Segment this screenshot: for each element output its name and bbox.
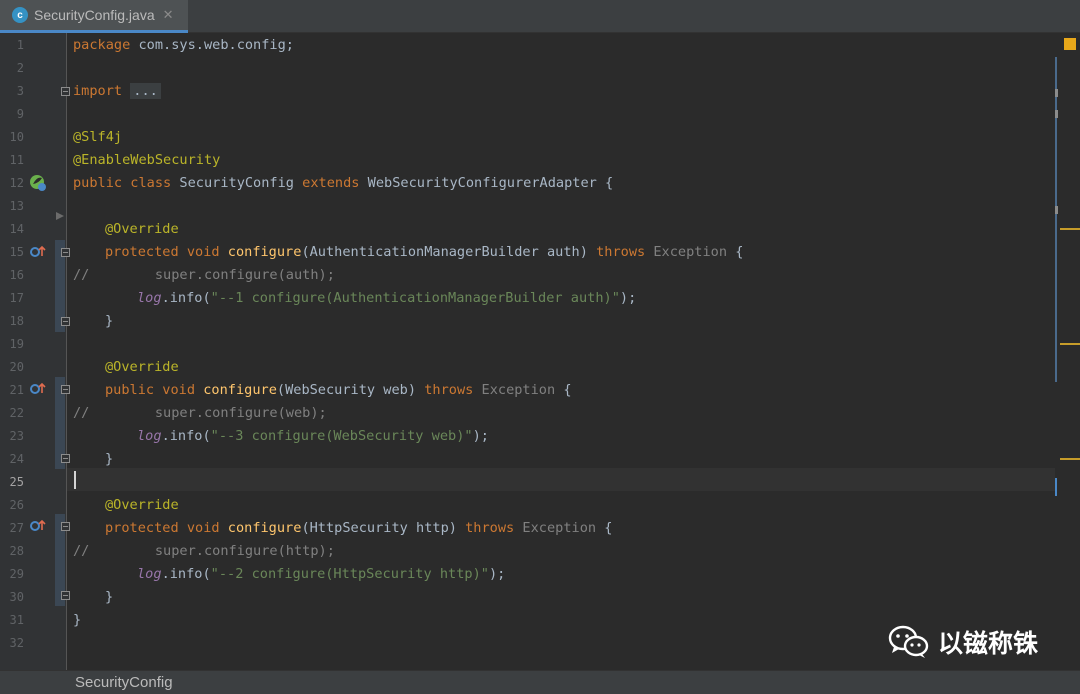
java-class-icon: c bbox=[12, 7, 28, 23]
line-number: 20 bbox=[9, 360, 24, 374]
override-method-icon[interactable] bbox=[29, 381, 47, 404]
override-method-icon[interactable] bbox=[29, 244, 47, 267]
line-number: 11 bbox=[9, 153, 24, 167]
editor-gutter: 1 2 3 9 10 11 12 13 14 15 16 17 18 19 20… bbox=[0, 33, 70, 670]
code-line-10: @Slf4j bbox=[73, 129, 123, 145]
line-number: 19 bbox=[9, 337, 24, 351]
code-line-31: } bbox=[73, 612, 82, 628]
line-number: 2 bbox=[16, 61, 24, 75]
warning-marker[interactable] bbox=[1060, 458, 1080, 460]
warning-marker[interactable] bbox=[1060, 228, 1080, 230]
warning-marker[interactable] bbox=[1060, 343, 1080, 345]
line-number: 24 bbox=[9, 452, 24, 466]
code-line-15: protected void configure(AuthenticationM… bbox=[105, 244, 744, 260]
close-icon[interactable]: ✕ bbox=[163, 7, 174, 23]
play-arrow-icon bbox=[56, 212, 64, 220]
breadcrumb-item[interactable]: SecurityConfig bbox=[75, 674, 173, 691]
code-line-18: } bbox=[105, 313, 114, 329]
scroll-thumb[interactable] bbox=[1055, 57, 1057, 382]
text-caret bbox=[74, 471, 76, 489]
line-number: 27 bbox=[9, 521, 24, 535]
code-line-11: @EnableWebSecurity bbox=[73, 152, 221, 168]
code-line-24: } bbox=[105, 451, 114, 467]
line-number: 26 bbox=[9, 498, 24, 512]
code-line-23: log.info("--3 configure(WebSecurity web)… bbox=[137, 428, 489, 444]
line-number: 30 bbox=[9, 590, 24, 604]
code-line-29: log.info("--2 configure(HttpSecurity htt… bbox=[137, 566, 506, 582]
line-number: 21 bbox=[9, 383, 24, 397]
analysis-status-icon[interactable] bbox=[1064, 38, 1076, 50]
breadcrumb: SecurityConfig bbox=[0, 670, 1080, 694]
caret-marker bbox=[1055, 478, 1057, 496]
tab-security-config[interactable]: c SecurityConfig.java ✕ bbox=[0, 0, 188, 33]
spring-bean-icon[interactable] bbox=[29, 174, 47, 197]
line-number: 32 bbox=[9, 636, 24, 650]
watermark-text: 以镃称铢 bbox=[938, 629, 1039, 658]
code-line-26: @Override bbox=[105, 497, 179, 513]
line-number: 10 bbox=[9, 130, 24, 144]
code-line-12: public class SecurityConfig extends WebS… bbox=[73, 175, 614, 191]
line-number: 31 bbox=[9, 613, 24, 627]
code-line-27: protected void configure(HttpSecurity ht… bbox=[105, 520, 613, 536]
code-line-17: log.info("--1 configure(AuthenticationMa… bbox=[137, 290, 637, 306]
code-editor[interactable]: package com.sys.web.config; import ... @… bbox=[67, 33, 1055, 670]
line-number: 1 bbox=[16, 38, 24, 52]
editor-scrollbar[interactable] bbox=[1055, 33, 1080, 670]
line-number: 18 bbox=[9, 314, 24, 328]
code-line-14: @Override bbox=[105, 221, 179, 237]
code-line-28: // super.configure(http); bbox=[73, 543, 335, 559]
override-method-icon[interactable] bbox=[29, 518, 47, 541]
folded-imports[interactable]: ... bbox=[130, 83, 161, 99]
line-number: 3 bbox=[16, 84, 24, 98]
editor-tab-bar: c SecurityConfig.java ✕ bbox=[0, 0, 1080, 33]
scroll-marker bbox=[1055, 89, 1058, 97]
scroll-marker bbox=[1055, 206, 1058, 214]
code-line-1: package com.sys.web.config; bbox=[73, 37, 294, 53]
watermark: 以镃称铢 bbox=[888, 624, 1038, 660]
line-number: 15 bbox=[9, 245, 24, 259]
code-line-3: import ... bbox=[73, 80, 161, 103]
line-number: 17 bbox=[9, 291, 24, 305]
line-number: 16 bbox=[9, 268, 24, 282]
line-number: 29 bbox=[9, 567, 24, 581]
code-line-22: // super.configure(web); bbox=[73, 405, 327, 421]
line-number: 28 bbox=[9, 544, 24, 558]
line-number: 13 bbox=[9, 199, 24, 213]
line-number: 12 bbox=[9, 176, 24, 190]
line-number: 23 bbox=[9, 429, 24, 443]
current-line-highlight bbox=[67, 468, 1055, 491]
code-line-20: @Override bbox=[105, 359, 179, 375]
tab-label: SecurityConfig.java bbox=[34, 7, 155, 23]
line-number: 14 bbox=[9, 222, 24, 236]
code-line-16: // super.configure(auth); bbox=[73, 267, 335, 283]
code-line-30: } bbox=[105, 589, 114, 605]
line-number: 9 bbox=[16, 107, 24, 121]
scroll-marker bbox=[1055, 110, 1058, 118]
line-number: 22 bbox=[9, 406, 24, 420]
wechat-icon bbox=[888, 625, 929, 658]
code-line-21: public void configure(WebSecurity web) t… bbox=[105, 382, 572, 398]
line-number-current: 25 bbox=[9, 475, 24, 489]
